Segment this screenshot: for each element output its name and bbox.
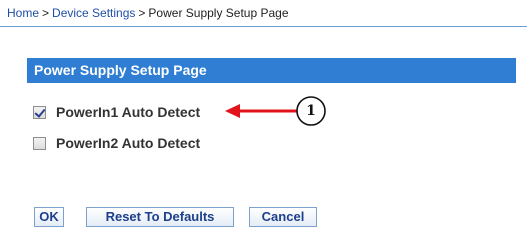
breadcrumb-divider	[0, 26, 527, 27]
panel-title: Power Supply Setup Page	[27, 58, 516, 83]
callout-number: 1	[306, 103, 316, 119]
ok-button[interactable]: OK	[34, 207, 64, 227]
breadcrumb-current-page: Power Supply Setup Page	[148, 6, 289, 20]
powerin2-option: PowerIn2 Auto Detect	[33, 134, 200, 152]
cancel-button[interactable]: Cancel	[249, 207, 317, 227]
reset-to-defaults-button[interactable]: Reset To Defaults	[86, 207, 234, 227]
powerin1-auto-detect-checkbox[interactable]	[33, 105, 46, 119]
powerin2-auto-detect-checkbox[interactable]	[33, 136, 46, 150]
breadcrumb: Home > Device Settings > Power Supply Setup …	[7, 6, 289, 20]
powerin2-auto-detect-label: PowerIn2 Auto Detect	[56, 135, 201, 151]
breadcrumb-home-link[interactable]: Home	[7, 6, 39, 20]
breadcrumb-separator: >	[42, 6, 50, 20]
powerin1-auto-detect-label: PowerIn1 Auto Detect	[56, 104, 201, 120]
breadcrumb-separator: >	[138, 6, 146, 20]
powerin1-option: PowerIn1 Auto Detect	[33, 103, 200, 121]
breadcrumb-device-settings-link[interactable]: Device Settings	[52, 6, 135, 20]
